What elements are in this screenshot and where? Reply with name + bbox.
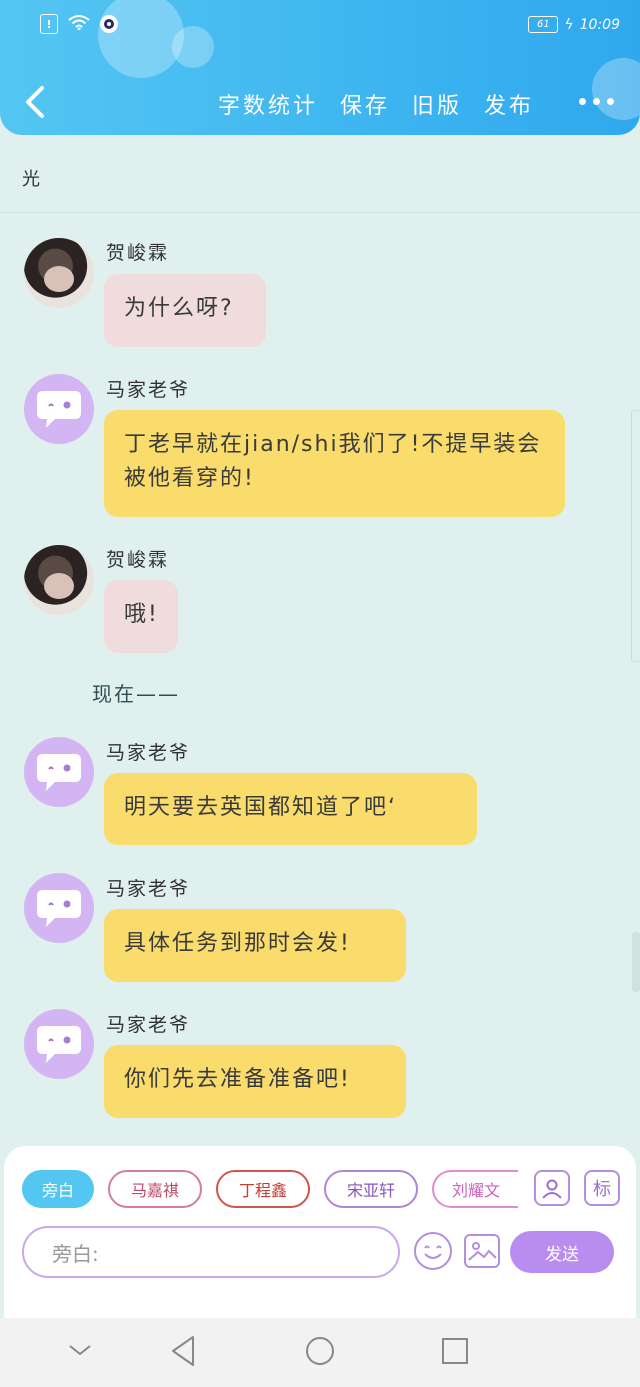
message-bubble[interactable]: 为什么呀?	[104, 274, 266, 347]
chip-character[interactable]: 马嘉祺	[108, 1170, 202, 1208]
word-count-button[interactable]: 字数统计	[218, 88, 318, 120]
old-version-button[interactable]: 旧版	[412, 88, 462, 120]
avatar[interactable]	[24, 873, 94, 943]
tag-button[interactable]: 标	[584, 1170, 620, 1206]
more-options-icon[interactable]	[579, 98, 614, 105]
message-input[interactable]: 旁白:	[22, 1226, 400, 1278]
input-placeholder: 旁白:	[52, 1241, 99, 1266]
document-title: 光	[22, 169, 40, 190]
alert-icon: !	[40, 14, 58, 34]
avatar[interactable]	[24, 1009, 94, 1079]
wifi-icon	[68, 14, 90, 34]
battery-icon: 61	[528, 16, 559, 33]
chat-bubble-face-icon	[37, 391, 81, 428]
toolbar: 字数统计 保存 旧版 发布	[0, 82, 640, 126]
system-navigation-bar	[0, 1318, 640, 1387]
sender-name: 马家老爷	[106, 742, 191, 764]
avatar[interactable]	[24, 238, 94, 308]
message-bubble[interactable]: 具体任务到那时会发!	[104, 909, 406, 982]
avatar[interactable]	[24, 545, 94, 615]
composer-panel: 旁白 马嘉祺 丁程鑫 宋亚轩 刘耀文 标 旁白: 发送	[4, 1146, 636, 1318]
status-bar: ! 61 ϟ 10:09	[40, 14, 620, 40]
chip-narration[interactable]: 旁白	[22, 1170, 94, 1208]
sender-name: 马家老爷	[106, 379, 191, 401]
recent-apps-icon[interactable]	[441, 1337, 469, 1365]
scrollbar-thumb[interactable]	[632, 932, 640, 992]
chat-bubble-face-icon	[37, 754, 81, 791]
sender-name: 贺峻霖	[106, 242, 170, 264]
back-arrow-icon[interactable]	[22, 84, 50, 120]
chip-character[interactable]: 刘耀文	[432, 1170, 518, 1208]
back-nav-icon[interactable]	[168, 1334, 198, 1368]
chat-bubble-face-icon	[37, 890, 81, 927]
sender-name: 贺峻霖	[106, 549, 170, 571]
charging-icon: ϟ	[564, 16, 574, 33]
chip-character[interactable]: 丁程鑫	[216, 1170, 310, 1208]
chat-bubble-face-icon	[37, 1026, 81, 1063]
avatar[interactable]	[24, 374, 94, 444]
character-profile-icon[interactable]	[534, 1170, 570, 1206]
divider	[0, 212, 640, 213]
collapse-icon[interactable]	[66, 1340, 94, 1360]
app-notification-icon	[100, 15, 118, 33]
character-selector: 旁白 马嘉祺 丁程鑫 宋亚轩 刘耀文	[22, 1170, 518, 1208]
emoji-icon[interactable]	[414, 1232, 452, 1270]
message-bubble[interactable]: 明天要去英国都知道了吧‘	[104, 773, 477, 845]
image-icon[interactable]	[464, 1234, 500, 1268]
save-button[interactable]: 保存	[340, 88, 390, 120]
message-bubble[interactable]: 哦!	[104, 580, 178, 653]
send-button[interactable]: 发送	[510, 1231, 614, 1273]
narration-text: 现在——	[92, 682, 180, 706]
home-nav-icon[interactable]	[304, 1335, 336, 1367]
publish-button[interactable]: 发布	[484, 88, 534, 120]
message-bubble[interactable]: 你们先去准备准备吧!	[104, 1045, 406, 1118]
scrollbar-track[interactable]	[631, 410, 640, 662]
chip-character[interactable]: 宋亚轩	[324, 1170, 418, 1208]
status-time: 10:09	[579, 16, 620, 33]
sender-name: 马家老爷	[106, 1014, 191, 1036]
sender-name: 马家老爷	[106, 878, 191, 900]
app-header: ! 61 ϟ 10:09 字数统计 保存 旧版 发布	[0, 0, 640, 135]
message-bubble[interactable]: 丁老早就在jian/shi我们了!不提早装会被他看穿的!	[104, 410, 565, 517]
avatar[interactable]	[24, 737, 94, 807]
